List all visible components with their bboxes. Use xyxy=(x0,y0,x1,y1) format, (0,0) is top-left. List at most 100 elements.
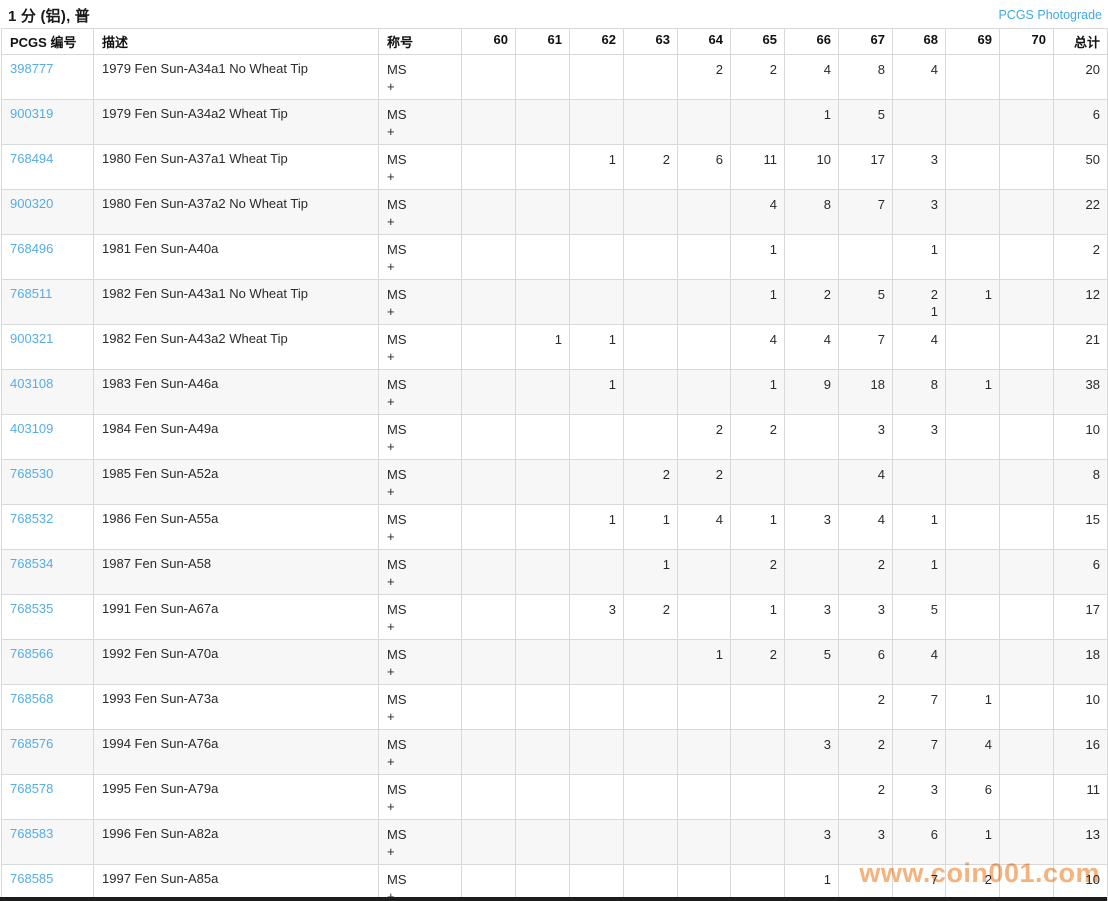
pcgs-number-link[interactable]: 768494 xyxy=(10,151,53,166)
grade-62-count-cell xyxy=(570,730,624,775)
pcgs-number-link[interactable]: 900321 xyxy=(10,331,53,346)
grade-62-count-cell xyxy=(570,190,624,235)
grade-68-count-cell: 1 xyxy=(893,505,946,550)
grade-67-count-cell: 5 xyxy=(839,280,893,325)
pcgs-number-link[interactable]: 768583 xyxy=(10,826,53,841)
grade-68-count-cell: 7 xyxy=(893,685,946,730)
pcgs-number-link[interactable]: 768511 xyxy=(10,286,52,301)
grade-69-count-cell: 1 xyxy=(946,280,1000,325)
header-grade-69: 69 xyxy=(946,29,1000,55)
grade-60-count-cell xyxy=(462,595,516,640)
total-count-cell: 21 xyxy=(1054,325,1108,370)
total-count-cell: 20 xyxy=(1054,55,1108,100)
designation-cell: MS+ xyxy=(379,145,462,190)
grade-69-count-cell xyxy=(946,640,1000,685)
pcgs-number-link[interactable]: 768568 xyxy=(10,691,53,706)
grade-65-count-cell: 1 xyxy=(731,505,785,550)
grade-61-count-cell xyxy=(516,415,570,460)
designation-cell: MS+ xyxy=(379,325,462,370)
grade-65-count-cell xyxy=(731,685,785,730)
grade-60-count-cell xyxy=(462,505,516,550)
designation-cell: MS+ xyxy=(379,460,462,505)
pcgs-number-link[interactable]: 768534 xyxy=(10,556,53,571)
grade-69-count-cell: 1 xyxy=(946,685,1000,730)
header-grade-68: 68 xyxy=(893,29,946,55)
total-count-cell: 18 xyxy=(1054,640,1108,685)
grade-66-count-cell xyxy=(785,775,839,820)
pcgs-number-link[interactable]: 900320 xyxy=(10,196,53,211)
grade-60-count-cell xyxy=(462,640,516,685)
grade-66-count-cell: 1 xyxy=(785,100,839,145)
photograde-link[interactable]: PCGS Photograde xyxy=(998,8,1102,22)
designation-cell: MS+ xyxy=(379,415,462,460)
pcgs-number-link[interactable]: 403109 xyxy=(10,421,53,436)
grade-63-count-cell xyxy=(624,640,678,685)
grade-61-count-cell xyxy=(516,865,570,901)
grade-62-count-cell: 1 xyxy=(570,505,624,550)
table-row: 7685351991 Fen Sun-A67aMS+32133517 xyxy=(2,595,1108,640)
grade-62-count-cell xyxy=(570,865,624,901)
description-cell: 1995 Fen Sun-A79a xyxy=(94,775,379,820)
table-bottom-border xyxy=(0,897,1107,901)
grade-65-count-cell: 1 xyxy=(731,370,785,415)
grade-63-count-cell xyxy=(624,730,678,775)
grade-69-count-cell: 6 xyxy=(946,775,1000,820)
grade-67-count-cell: 4 xyxy=(839,460,893,505)
grade-66-count-cell: 1 xyxy=(785,865,839,901)
grade-70-count-cell xyxy=(1000,415,1054,460)
pcgs-number-link[interactable]: 900319 xyxy=(10,106,53,121)
grade-65-count-cell xyxy=(731,100,785,145)
pcgs-number-link[interactable]: 398777 xyxy=(10,61,53,76)
header-grade-61: 61 xyxy=(516,29,570,55)
grade-66-count-cell: 2 xyxy=(785,280,839,325)
pcgs-number-link[interactable]: 768496 xyxy=(10,241,53,256)
grade-65-count-cell xyxy=(731,460,785,505)
table-row: 7685321986 Fen Sun-A55aMS+114134115 xyxy=(2,505,1108,550)
grade-70-count-cell xyxy=(1000,55,1054,100)
total-count-cell: 2 xyxy=(1054,235,1108,280)
grade-67-count-cell: 5 xyxy=(839,100,893,145)
pcgs-number-link[interactable]: 768576 xyxy=(10,736,53,751)
grade-66-count-cell: 4 xyxy=(785,55,839,100)
total-count-cell: 6 xyxy=(1054,550,1108,595)
pcgs-number-link[interactable]: 768578 xyxy=(10,781,53,796)
grade-69-count-cell xyxy=(946,595,1000,640)
table-row: 7685851997 Fen Sun-A85aMS+17210 xyxy=(2,865,1108,901)
grade-67-count-cell: 3 xyxy=(839,595,893,640)
description-cell: 1991 Fen Sun-A67a xyxy=(94,595,379,640)
grade-62-count-cell xyxy=(570,820,624,865)
table-row: 7685681993 Fen Sun-A73aMS+27110 xyxy=(2,685,1108,730)
page-title: 1 分 (铝), 普 xyxy=(8,5,90,26)
grade-65-count-cell: 4 xyxy=(731,325,785,370)
grade-60-count-cell xyxy=(462,325,516,370)
pcgs-number-link[interactable]: 768566 xyxy=(10,646,53,661)
pcgs-number-link[interactable]: 403108 xyxy=(10,376,53,391)
grade-66-count-cell xyxy=(785,460,839,505)
grade-64-count-cell xyxy=(678,325,731,370)
grade-66-count-cell: 3 xyxy=(785,820,839,865)
pcgs-number-link[interactable]: 768585 xyxy=(10,871,53,886)
pcgs-number-link[interactable]: 768532 xyxy=(10,511,53,526)
pcgs-number-link[interactable]: 768530 xyxy=(10,466,53,481)
grade-63-count-cell xyxy=(624,190,678,235)
pcgs-number-link[interactable]: 768535 xyxy=(10,601,53,616)
description-cell: 1984 Fen Sun-A49a xyxy=(94,415,379,460)
header-total: 总计 xyxy=(1054,29,1108,55)
grade-64-count-cell xyxy=(678,235,731,280)
total-count-cell: 8 xyxy=(1054,460,1108,505)
grade-66-count-cell: 9 xyxy=(785,370,839,415)
grade-67-count-cell: 4 xyxy=(839,505,893,550)
grade-70-count-cell xyxy=(1000,550,1054,595)
header-grade-60: 60 xyxy=(462,29,516,55)
grade-64-count-cell: 2 xyxy=(678,55,731,100)
table-row: 7685301985 Fen Sun-A52aMS+2248 xyxy=(2,460,1108,505)
grade-62-count-cell xyxy=(570,415,624,460)
header-grade-63: 63 xyxy=(624,29,678,55)
grade-70-count-cell xyxy=(1000,460,1054,505)
grade-60-count-cell xyxy=(462,145,516,190)
grade-69-count-cell xyxy=(946,145,1000,190)
table-row: 7685661992 Fen Sun-A70aMS+1256418 xyxy=(2,640,1108,685)
grade-66-count-cell xyxy=(785,415,839,460)
total-count-cell: 10 xyxy=(1054,685,1108,730)
pcgs-number-cell: 768530 xyxy=(2,460,94,505)
